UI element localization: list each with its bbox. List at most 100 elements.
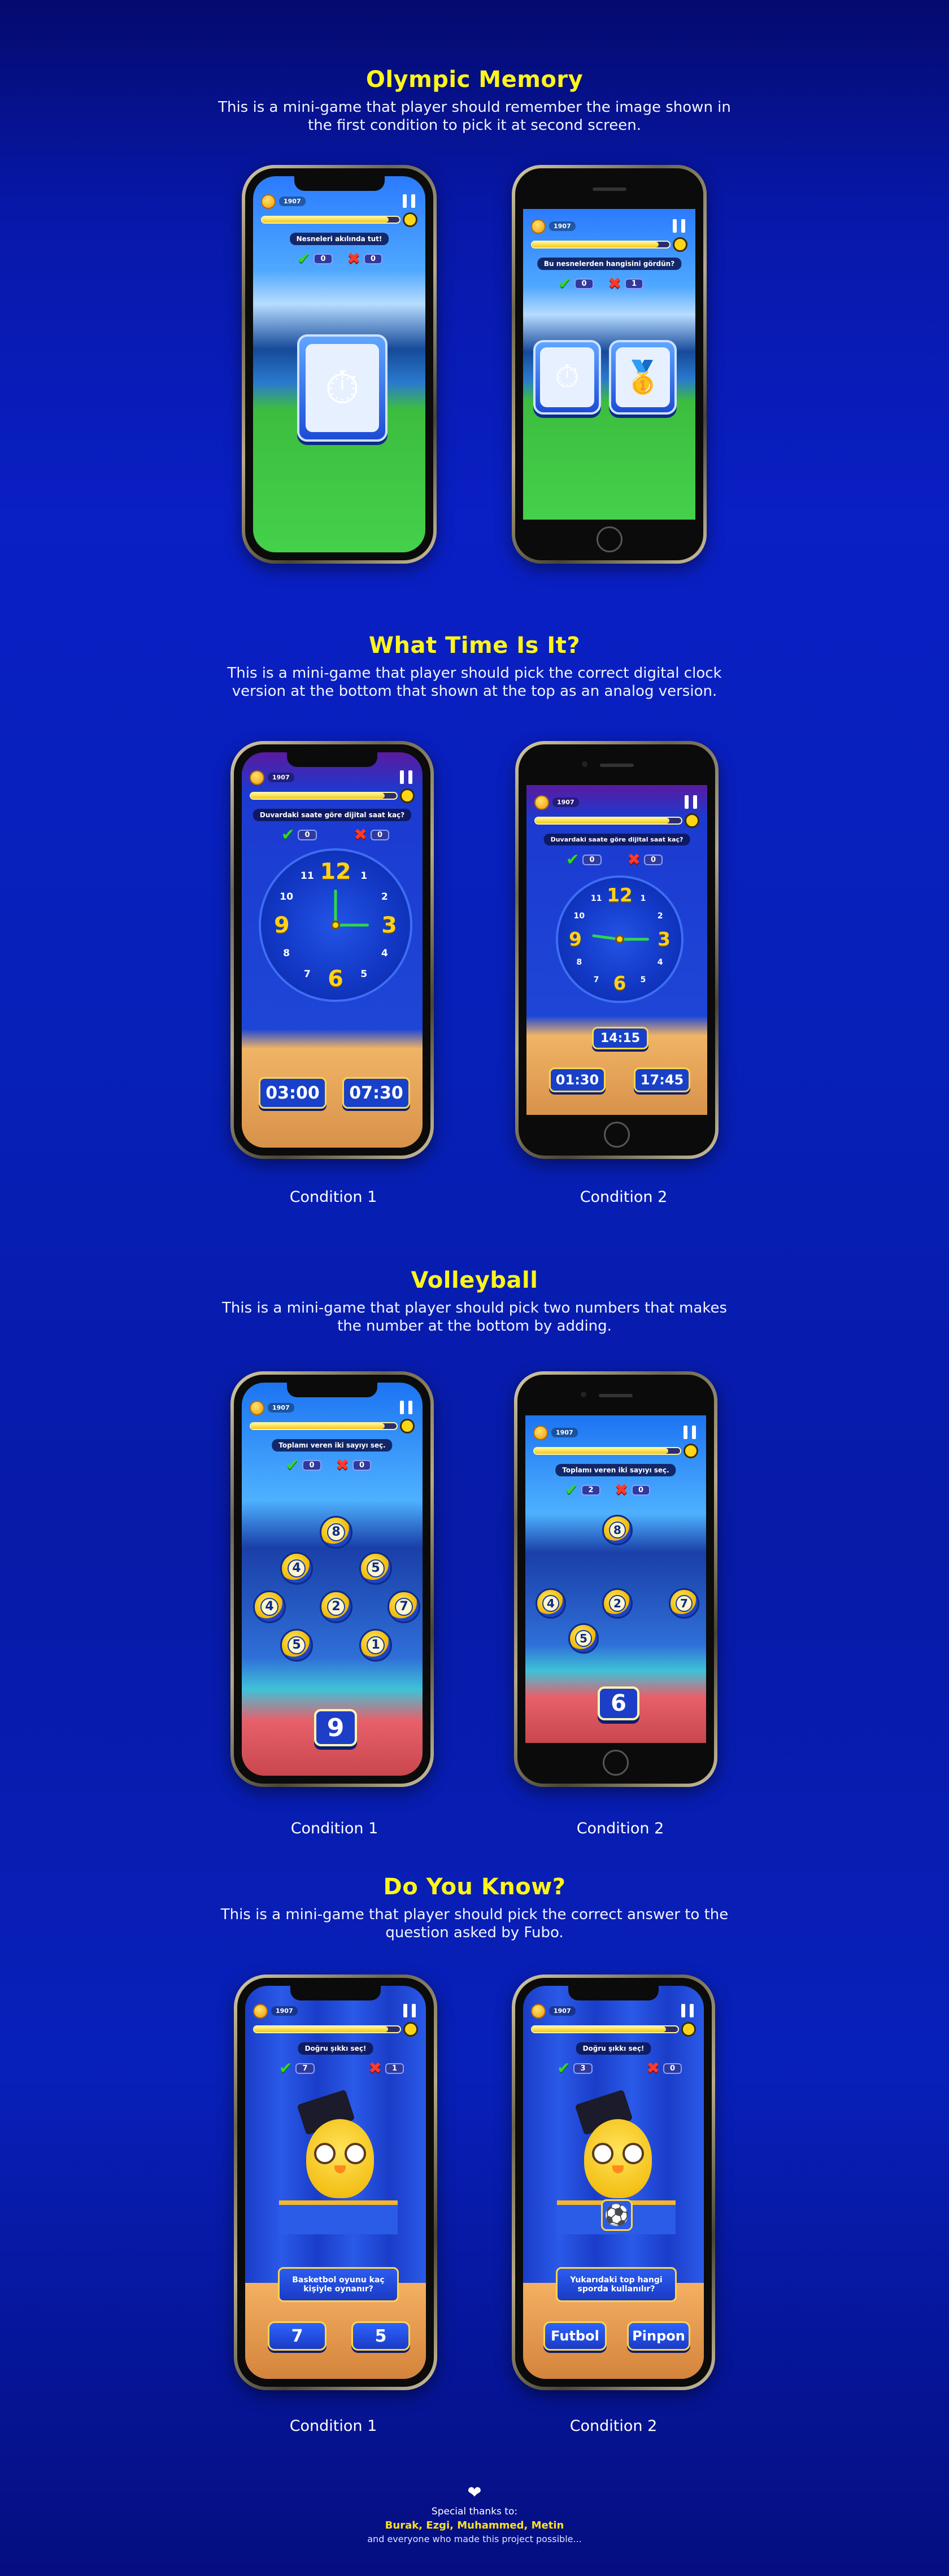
check-icon: ✔ <box>557 2059 571 2077</box>
home-button[interactable] <box>596 526 622 552</box>
game-screen: 1907 Doğru şıkkı seç! ✔ 3 ✖ 0 ⚽ Yukarıda… <box>523 1986 704 2379</box>
game-screen: 1907 Toplamı veren iki sayıyı seç. ✔ 0 ✖… <box>242 1383 423 1776</box>
clock-number: 9 <box>274 912 290 938</box>
pause-button[interactable] <box>684 1426 696 1439</box>
game-hud: 1907 Bu nesnelerden hangisini gördün? ✔ … <box>523 209 695 291</box>
clock-number: 4 <box>381 948 388 960</box>
timer-icon <box>673 237 687 252</box>
prompt-text: Duvardaki saate göre dijital saat kaç? <box>253 809 412 821</box>
number-ball[interactable]: 2 <box>602 1588 633 1619</box>
game-hud: 1907 Nesneleri akılında tut! ✔ 0 ✖ 0 <box>253 184 425 267</box>
pause-button[interactable] <box>681 2004 694 2017</box>
time-option-button[interactable]: 03:00 <box>259 1077 327 1109</box>
number-ball[interactable]: 5 <box>280 1629 313 1662</box>
coin-count: 1907 <box>268 1403 294 1413</box>
timer-icon <box>403 212 417 227</box>
number-ball[interactable]: 7 <box>669 1588 699 1619</box>
game-screen: 1907 Duvardaki saate göre dijital saat k… <box>526 785 707 1115</box>
time-option-button[interactable]: 17:45 <box>634 1067 690 1092</box>
timer-icon <box>681 2022 696 2037</box>
phone-notch <box>287 752 377 767</box>
game-hud: 1907 Toplamı veren iki sayıyı seç. ✔ 0 ✖… <box>242 1391 423 1473</box>
time-option-button[interactable]: 07:30 <box>342 1077 410 1109</box>
correct-count: 0 <box>574 278 594 289</box>
clock-number: 3 <box>658 929 671 950</box>
timer-bar <box>534 817 682 825</box>
coin-icon <box>261 194 276 209</box>
timer-bar <box>531 241 671 249</box>
choice-tile-medal[interactable]: 🥇 <box>609 340 677 415</box>
game-screen: 1907 Duvardaki saate göre dijital saat k… <box>242 752 423 1148</box>
timer-bar <box>531 2025 679 2033</box>
clock-number: 3 <box>381 912 397 938</box>
pause-button[interactable] <box>403 194 415 208</box>
choice-tile-stopwatch[interactable]: ⏱ <box>533 340 601 415</box>
wrong-count: 0 <box>663 2063 682 2074</box>
phone-clock-c1: 1907 Duvardaki saate göre dijital saat k… <box>230 741 434 1159</box>
pause-button[interactable] <box>685 795 697 809</box>
medal-icon: 🥇 <box>615 347 671 408</box>
number-ball[interactable]: 7 <box>388 1590 420 1623</box>
clock-number: 11 <box>590 894 602 904</box>
pause-button[interactable] <box>400 770 412 784</box>
shown-time: 14:15 <box>592 1027 648 1049</box>
home-button[interactable] <box>603 1750 629 1776</box>
prompt-text: Doğru şıkkı seç! <box>576 2042 651 2055</box>
clock-number: 10 <box>280 891 294 903</box>
pause-button[interactable] <box>673 219 685 233</box>
check-icon: ✔ <box>297 249 311 268</box>
clock-number: 9 <box>569 929 582 950</box>
wrong-count: 1 <box>385 2063 404 2074</box>
cross-icon: ✖ <box>354 825 367 844</box>
clock-number: 5 <box>360 968 368 980</box>
clock-hand <box>334 889 337 925</box>
score-row: ✔ 0 ✖ 0 <box>286 1457 372 1473</box>
number-ball[interactable]: 4 <box>253 1590 286 1623</box>
time-option-button[interactable]: 01:30 <box>549 1067 606 1092</box>
check-icon: ✔ <box>566 850 580 869</box>
clock-number: 10 <box>573 911 585 921</box>
correct-count: 2 <box>581 1484 600 1496</box>
home-button[interactable] <box>604 1122 630 1148</box>
number-ball[interactable]: 4 <box>280 1552 313 1585</box>
timer-icon <box>685 813 699 828</box>
wrong-count: 0 <box>363 253 383 264</box>
section-description: This is a mini-game that player should r… <box>218 99 731 134</box>
clock-hub <box>615 935 624 944</box>
question-box: Basketbol oyunu kaç kişiyle oynanır? <box>278 2267 399 2302</box>
caption: Condition 2 <box>576 1820 664 1837</box>
answer-button[interactable]: Futbol <box>543 2321 607 2351</box>
clock-number: 8 <box>283 948 290 960</box>
clock-number: 6 <box>613 973 626 995</box>
clock-number: 12 <box>320 858 351 884</box>
coin-count: 1907 <box>279 197 306 206</box>
pause-button[interactable] <box>400 1401 412 1414</box>
phone-notch <box>290 1986 381 2000</box>
number-ball[interactable]: 8 <box>602 1515 633 1545</box>
phone-quiz-c1: 1907 Doğru şıkkı seç! ✔ 7 ✖ 1 Basketbol … <box>234 1975 437 2390</box>
timer-bar <box>253 2025 401 2033</box>
phone-clock-c2: 1907 Duvardaki saate göre dijital saat k… <box>515 741 719 1159</box>
analog-clock: 12 1 2 3 4 5 6 7 8 9 10 11 <box>556 875 684 1003</box>
answer-button[interactable]: Pinpon <box>627 2321 690 2351</box>
number-ball[interactable]: 4 <box>536 1588 566 1619</box>
fubo-mascot <box>573 2089 663 2215</box>
number-ball[interactable]: 2 <box>320 1590 352 1623</box>
number-ball[interactable]: 5 <box>568 1623 599 1654</box>
coin-count: 1907 <box>271 2006 298 2016</box>
caption: Condition 2 <box>580 1188 668 1206</box>
score-row: ✔ 0 ✖ 1 <box>558 276 644 291</box>
pause-button[interactable] <box>403 2004 416 2017</box>
coin-icon <box>531 2004 546 2019</box>
number-ball[interactable]: 5 <box>359 1552 392 1585</box>
memory-tile[interactable]: ⏱ <box>297 334 388 442</box>
stopwatch-icon: ⏱ <box>305 343 380 433</box>
wrong-count: 0 <box>352 1459 372 1471</box>
number-ball[interactable]: 8 <box>320 1516 352 1549</box>
answer-button[interactable]: 5 <box>351 2321 410 2351</box>
number-ball[interactable]: 1 <box>359 1629 392 1662</box>
check-icon: ✔ <box>565 1480 578 1499</box>
phone-speaker <box>599 1394 633 1397</box>
check-icon: ✔ <box>281 825 295 844</box>
answer-button[interactable]: 7 <box>268 2321 327 2351</box>
